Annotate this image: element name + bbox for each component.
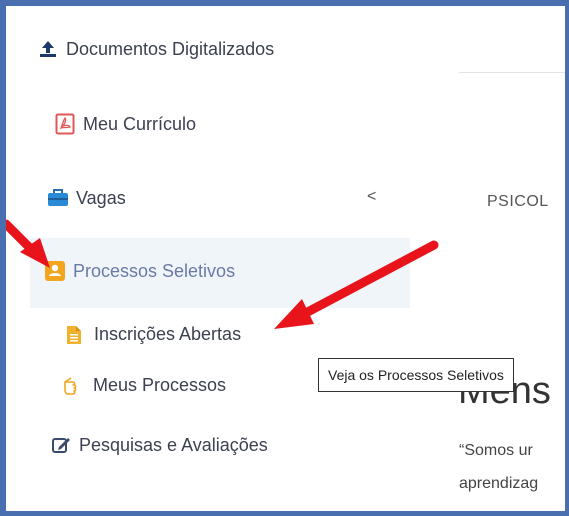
annotation-arrows xyxy=(6,219,439,329)
annotation-arrow-left xyxy=(6,219,50,268)
annotation-arrow-right xyxy=(274,240,439,329)
screenshot-frame: Documentos Digitalizados Meu Currículo V… xyxy=(0,0,569,516)
